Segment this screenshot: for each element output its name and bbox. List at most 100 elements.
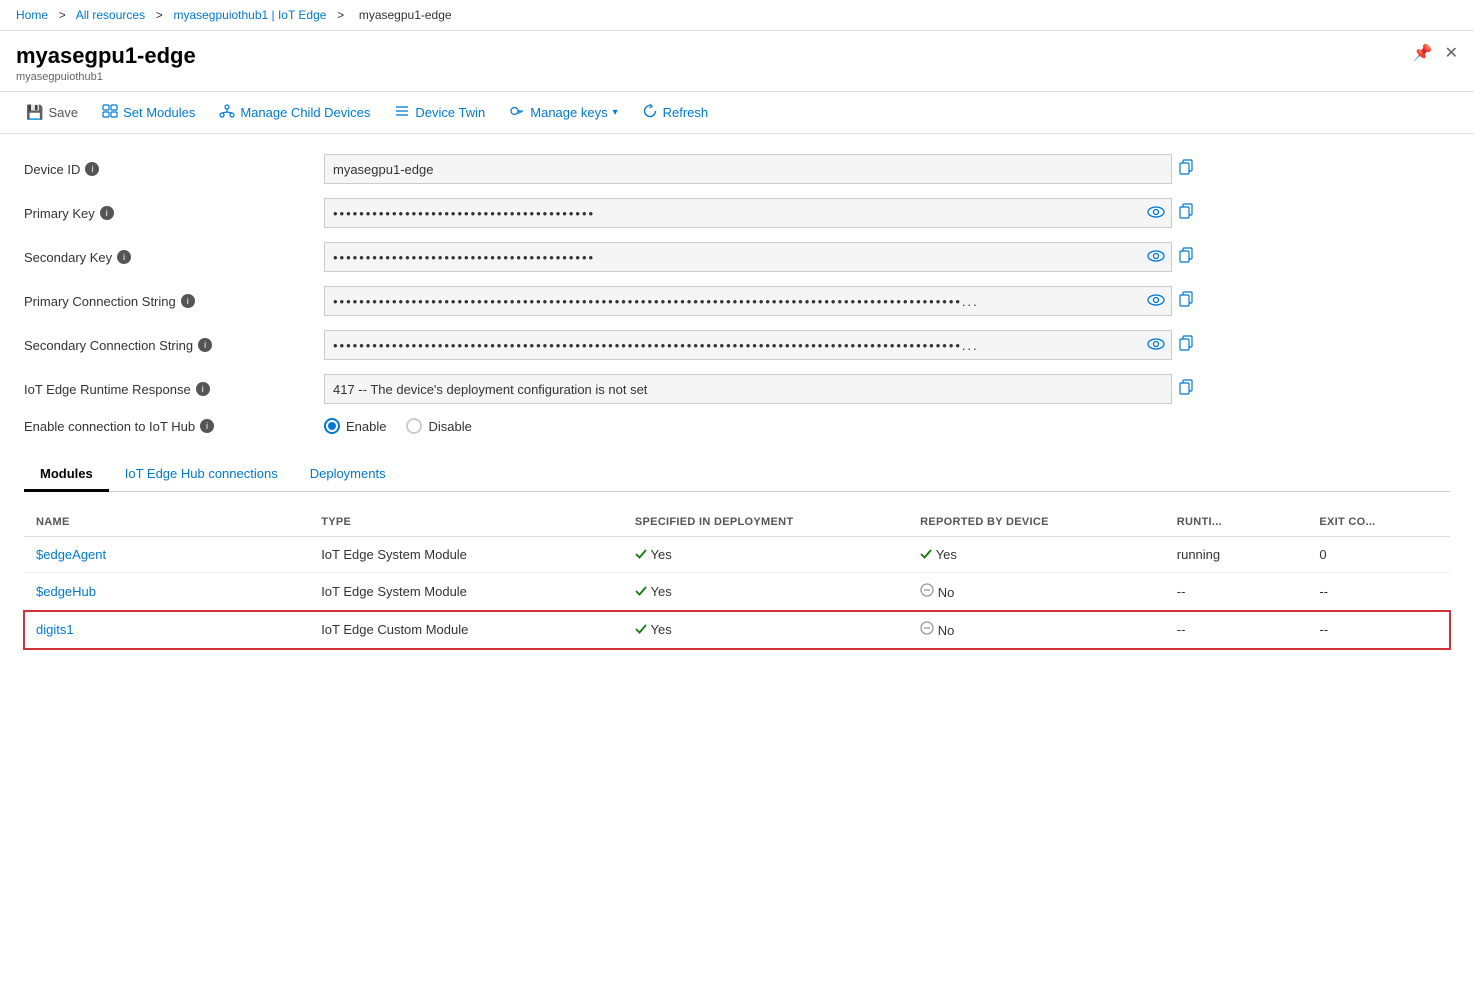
enable-radio[interactable]: Enable <box>324 418 386 434</box>
set-modules-icon <box>102 103 118 122</box>
primary-connection-copy-icon[interactable] <box>1178 291 1194 311</box>
secondary-key-input: •••••••••••••••••••••••••••••••••••••••• <box>324 242 1172 272</box>
secondary-connection-info-icon[interactable]: i <box>198 338 212 352</box>
primary-key-info-icon[interactable]: i <box>100 206 114 220</box>
breadcrumb-current: myasegpu1-edge <box>359 8 452 22</box>
primary-key-copy-icon[interactable] <box>1178 203 1194 223</box>
refresh-button[interactable]: Refresh <box>632 98 719 127</box>
enable-connection-info-icon[interactable]: i <box>200 419 214 433</box>
cell-exit: -- <box>1307 611 1450 649</box>
disable-radio[interactable]: Disable <box>406 418 471 434</box>
cell-name[interactable]: $edgeHub <box>24 573 309 611</box>
disable-radio-circle <box>406 418 422 434</box>
refresh-icon <box>642 103 658 122</box>
cell-exit: 0 <box>1307 537 1450 573</box>
tab-deployments[interactable]: Deployments <box>294 458 402 492</box>
enable-radio-inner <box>328 422 336 430</box>
device-id-label: Device ID i <box>24 162 324 177</box>
col-header-name: NAME <box>24 508 309 537</box>
cell-deployment: Yes <box>623 611 908 649</box>
runtime-response-row: IoT Edge Runtime Response i <box>24 374 1450 404</box>
primary-connection-info-icon[interactable]: i <box>181 294 195 308</box>
device-id-input[interactable] <box>324 154 1172 184</box>
cell-runtime: running <box>1165 537 1308 573</box>
tabs-nav: Modules IoT Edge Hub connections Deploym… <box>24 458 1450 491</box>
cell-type: IoT Edge System Module <box>309 573 623 611</box>
enable-connection-radio-group: Enable Disable <box>324 418 472 434</box>
col-header-deployment: SPECIFIED IN DEPLOYMENT <box>623 508 908 537</box>
page-subtitle: myasegpuiothub1 <box>16 71 196 83</box>
col-header-type: TYPE <box>309 508 623 537</box>
secondary-connection-row: Secondary Connection String i ••••••••••… <box>24 330 1450 360</box>
table-header-row: NAME TYPE SPECIFIED IN DEPLOYMENT REPORT… <box>24 508 1450 537</box>
primary-connection-input: ••••••••••••••••••••••••••••••••••••••••… <box>324 286 1172 316</box>
primary-key-eye-icon[interactable] <box>1147 205 1165 221</box>
form-section: Device ID i Primary Key i <box>24 154 1450 434</box>
primary-key-row: Primary Key i ••••••••••••••••••••••••••… <box>24 198 1450 228</box>
save-icon: 💾 <box>26 104 43 121</box>
cell-reported: Yes <box>908 537 1165 573</box>
secondary-key-info-icon[interactable]: i <box>117 250 131 264</box>
device-id-info-icon[interactable]: i <box>85 162 99 176</box>
set-modules-button[interactable]: Set Modules <box>92 98 205 127</box>
cell-deployment: Yes <box>623 573 908 611</box>
runtime-response-input <box>324 374 1172 404</box>
breadcrumb: Home > All resources > myasegpuiothub1 |… <box>0 0 1474 31</box>
page-title: myasegpu1-edge <box>16 43 196 69</box>
primary-connection-label: Primary Connection String i <box>24 294 324 309</box>
primary-key-label: Primary Key i <box>24 206 324 221</box>
breadcrumb-home[interactable]: Home <box>16 8 48 22</box>
table-row: $edgeAgent IoT Edge System Module Yes Ye… <box>24 537 1450 573</box>
cell-reported: No <box>908 573 1165 611</box>
runtime-response-copy-icon[interactable] <box>1178 379 1194 399</box>
manage-child-button[interactable]: Manage Child Devices <box>209 98 380 127</box>
secondary-connection-eye-icon[interactable] <box>1147 337 1165 353</box>
pin-icon[interactable]: 📌 <box>1413 43 1433 63</box>
device-id-copy-icon[interactable] <box>1178 159 1194 179</box>
cell-deployment: Yes <box>623 537 908 573</box>
secondary-key-row: Secondary Key i ••••••••••••••••••••••••… <box>24 242 1450 272</box>
tab-hub-connections[interactable]: IoT Edge Hub connections <box>109 458 294 492</box>
cell-name[interactable]: digits1 <box>24 611 309 649</box>
enable-connection-row: Enable connection to IoT Hub i Enable Di… <box>24 418 1450 434</box>
cell-exit: -- <box>1307 573 1450 611</box>
cell-reported: No <box>908 611 1165 649</box>
device-id-row: Device ID i <box>24 154 1450 184</box>
tabs-section: Modules IoT Edge Hub connections Deploym… <box>24 458 1450 492</box>
device-twin-button[interactable]: Device Twin <box>384 98 495 127</box>
secondary-connection-copy-icon[interactable] <box>1178 335 1194 355</box>
table-row: digits1 IoT Edge Custom Module Yes No --… <box>24 611 1450 649</box>
cell-runtime: -- <box>1165 611 1308 649</box>
manage-keys-chevron-icon: ▾ <box>613 107 618 118</box>
save-button[interactable]: 💾 Save <box>16 99 88 126</box>
modules-table: NAME TYPE SPECIFIED IN DEPLOYMENT REPORT… <box>24 508 1450 649</box>
close-icon[interactable]: ✕ <box>1445 43 1458 63</box>
manage-keys-button[interactable]: Manage keys ▾ <box>499 98 627 127</box>
runtime-response-info-icon[interactable]: i <box>196 382 210 396</box>
breadcrumb-all-resources[interactable]: All resources <box>76 8 145 22</box>
col-header-reported: REPORTED BY DEVICE <box>908 508 1165 537</box>
cell-type: IoT Edge System Module <box>309 537 623 573</box>
cell-type: IoT Edge Custom Module <box>309 611 623 649</box>
secondary-connection-label: Secondary Connection String i <box>24 338 324 353</box>
primary-key-input: •••••••••••••••••••••••••••••••••••••••• <box>324 198 1172 228</box>
breadcrumb-iot-edge[interactable]: myasegpuiothub1 | IoT Edge <box>173 8 326 22</box>
secondary-key-eye-icon[interactable] <box>1147 249 1165 265</box>
cell-name[interactable]: $edgeAgent <box>24 537 309 573</box>
main-content: Device ID i Primary Key i <box>0 134 1474 669</box>
secondary-key-copy-icon[interactable] <box>1178 247 1194 267</box>
primary-connection-eye-icon[interactable] <box>1147 293 1165 309</box>
device-twin-icon <box>394 103 410 122</box>
secondary-key-label: Secondary Key i <box>24 250 324 265</box>
toolbar: 💾 Save Set Modules Manage Child Devic <box>0 92 1474 134</box>
cell-runtime: -- <box>1165 573 1308 611</box>
tab-modules[interactable]: Modules <box>24 458 109 492</box>
runtime-response-label: IoT Edge Runtime Response i <box>24 382 324 397</box>
table-row: $edgeHub IoT Edge System Module Yes No -… <box>24 573 1450 611</box>
col-header-exit: EXIT CO... <box>1307 508 1450 537</box>
col-header-runtime: RUNTI... <box>1165 508 1308 537</box>
enable-connection-label: Enable connection to IoT Hub i <box>24 419 324 434</box>
primary-connection-row: Primary Connection String i ••••••••••••… <box>24 286 1450 316</box>
table-section: NAME TYPE SPECIFIED IN DEPLOYMENT REPORT… <box>24 508 1450 649</box>
secondary-connection-input: ••••••••••••••••••••••••••••••••••••••••… <box>324 330 1172 360</box>
